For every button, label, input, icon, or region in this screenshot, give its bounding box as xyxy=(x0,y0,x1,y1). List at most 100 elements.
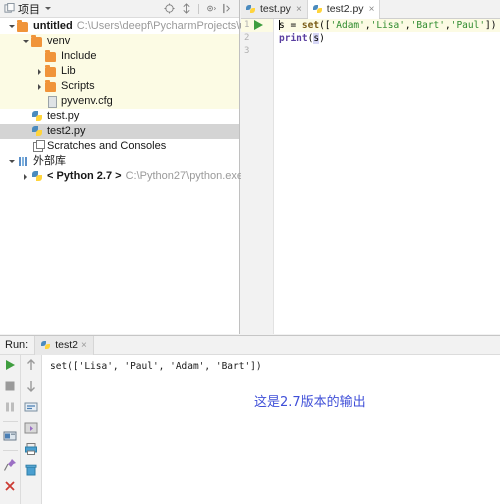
run-tab-test2[interactable]: test2 × xyxy=(34,335,94,355)
run-console-output[interactable]: set(['Lisa', 'Paul', 'Adam', 'Bart']) 这是… xyxy=(42,355,500,504)
gutter-line-number: 2 xyxy=(244,33,250,43)
tree-item-label: Lib xyxy=(61,65,76,77)
tree-item-label: < Python 2.7 > xyxy=(47,170,122,182)
collapse-panel-icon[interactable] xyxy=(222,3,233,14)
tree-row[interactable]: test.py xyxy=(0,109,239,124)
code-line: s = set(['Adam','Lisa','Bart','Paul']) xyxy=(279,19,500,32)
scroll-to-end-icon[interactable] xyxy=(24,421,38,435)
folder-icon xyxy=(45,80,58,93)
folder-icon xyxy=(17,20,30,33)
run-tab-bar: Run: test2 × xyxy=(0,335,500,355)
code-line: print(s) xyxy=(279,32,500,45)
python-interpreter-icon xyxy=(31,170,44,183)
tree-row[interactable]: 外部库 xyxy=(0,154,239,169)
run-left-toolbar xyxy=(0,355,21,504)
close-icon[interactable]: × xyxy=(81,340,87,351)
python-file-icon xyxy=(246,4,257,15)
python-file-icon xyxy=(312,4,324,15)
tree-row[interactable]: Scripts xyxy=(0,79,239,94)
code-editor[interactable]: 12 3 s = set(['Adam','Lisa','Bart','Paul'… xyxy=(241,19,500,334)
run-gutter-icon[interactable] xyxy=(254,20,263,30)
scroll-down-icon[interactable] xyxy=(24,379,38,393)
chevron-right-icon[interactable] xyxy=(34,79,45,94)
editor-tab-label: test2.py xyxy=(326,3,364,15)
tree-row[interactable]: untitled C:\Users\deepf\PycharmProjects\u… xyxy=(0,19,275,34)
tree-arrow-placeholder xyxy=(20,139,31,154)
tree-row[interactable]: Lib xyxy=(0,64,239,79)
code-token: 'Lisa' xyxy=(370,20,405,31)
library-icon xyxy=(17,155,30,168)
tree-arrow-placeholder xyxy=(20,109,31,124)
rerun-icon[interactable] xyxy=(3,358,17,372)
tree-row[interactable]: venv xyxy=(0,34,239,49)
tree-row[interactable]: pyvenv.cfg xyxy=(0,94,239,109)
chevron-right-icon[interactable] xyxy=(34,64,45,79)
annotation-text: 这是2.7版本的输出 xyxy=(254,395,366,410)
tree-item-label: Scripts xyxy=(61,80,95,92)
tree-arrow-placeholder xyxy=(20,124,31,139)
scroll-up-icon[interactable] xyxy=(24,358,38,372)
run-body: set(['Lisa', 'Paul', 'Adam', 'Bart']) 这是… xyxy=(0,355,500,504)
soft-wrap-icon[interactable] xyxy=(24,400,38,414)
code-token: ([ xyxy=(319,20,331,31)
folder-icon xyxy=(45,65,58,78)
code-token: set xyxy=(301,20,320,31)
toolbar-divider xyxy=(2,450,18,451)
project-panel-header: 项目 xyxy=(0,0,239,18)
code-token: ) xyxy=(319,33,325,44)
run-tool-window: Run: test2 × set(['Lisa', 'Paul', 'Adam'… xyxy=(0,335,500,504)
tree-item-label: Scratches and Consoles xyxy=(47,140,167,152)
locate-icon[interactable] xyxy=(164,3,175,14)
pycharm-window: 项目 untitled C:\Users\deepf\PycharmProjec… xyxy=(0,0,500,504)
chevron-down-icon[interactable] xyxy=(20,34,31,49)
tree-row[interactable]: test2.py xyxy=(0,124,239,139)
chevron-down-icon[interactable] xyxy=(6,154,17,169)
run-right-toolbar xyxy=(21,355,42,504)
print-icon[interactable] xyxy=(24,442,38,456)
tree-row[interactable]: < Python 2.7 > C:\Python27\python.exe xyxy=(0,169,243,184)
tree-row[interactable]: Scratches and Consoles xyxy=(0,139,239,154)
code-token: print xyxy=(279,33,308,44)
tree-item-label: test.py xyxy=(47,110,80,122)
close-icon[interactable]: × xyxy=(369,4,375,15)
tree-item-label: Include xyxy=(61,50,97,62)
editor-tab-label: test.py xyxy=(260,3,291,15)
code-token: ]) xyxy=(485,20,497,31)
expand-all-icon[interactable] xyxy=(181,3,192,14)
config-file-icon xyxy=(45,95,58,108)
tree-row[interactable]: Include xyxy=(0,49,239,64)
project-title-group[interactable]: 项目 xyxy=(4,1,51,17)
editor-tab-test2-py[interactable]: test2.py × xyxy=(307,0,381,19)
stop-icon[interactable] xyxy=(3,379,17,393)
gear-icon[interactable] xyxy=(205,3,216,14)
pause-icon[interactable] xyxy=(3,400,17,414)
chevron-down-icon[interactable] xyxy=(45,7,51,10)
project-tool-window: 项目 untitled C:\Users\deepf\PycharmProjec… xyxy=(0,0,275,334)
tree-item-label: pyvenv.cfg xyxy=(61,95,113,107)
code-token: = xyxy=(284,20,302,31)
close-icon[interactable] xyxy=(3,479,17,493)
chevron-right-icon[interactable] xyxy=(20,169,31,184)
show-console-icon[interactable] xyxy=(3,429,17,443)
folder-icon xyxy=(31,35,44,48)
tree-item-path: C:\Python27\python.exe xyxy=(125,170,244,182)
python-file-icon xyxy=(31,110,44,123)
editor-gutter[interactable]: 12 3 xyxy=(241,19,274,334)
python-file-icon xyxy=(31,125,44,138)
chevron-down-icon[interactable] xyxy=(6,19,17,34)
close-icon[interactable]: × xyxy=(296,4,302,15)
console-line: set(['Lisa', 'Paul', 'Adam', 'Bart']) xyxy=(50,361,262,372)
gutter-line-number: 3 xyxy=(244,46,250,56)
project-header-toolbar xyxy=(164,3,235,14)
code-token: 'Paul' xyxy=(450,20,486,31)
tab-bar-filler xyxy=(380,0,500,18)
editor-tab-test-py[interactable]: test.py × xyxy=(241,0,308,18)
folder-icon xyxy=(45,50,58,63)
project-tree[interactable]: untitled C:\Users\deepf\PycharmProjects\u… xyxy=(0,18,275,184)
editor-code-text[interactable]: s = set(['Adam','Lisa','Bart','Paul']) pr… xyxy=(274,19,500,334)
pin-icon[interactable] xyxy=(3,458,17,472)
gutter-line-number: 1 xyxy=(241,19,273,32)
trash-icon[interactable] xyxy=(24,463,38,477)
toolbar-divider xyxy=(198,3,199,14)
